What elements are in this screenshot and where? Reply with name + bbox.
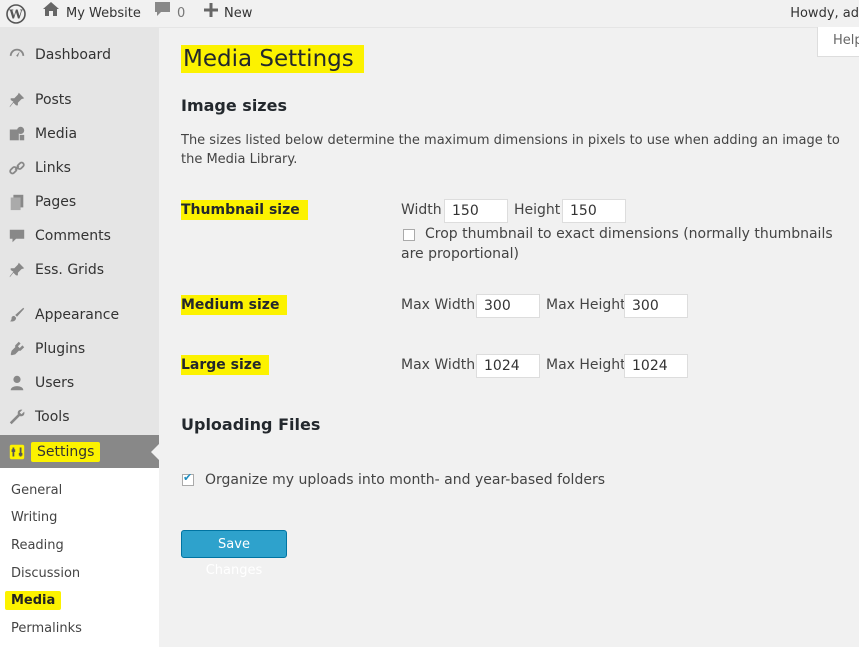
sidebar-item-pages[interactable]: Pages — [0, 185, 159, 219]
sidebar-item-label: Tools — [35, 409, 70, 425]
large-max-width-input[interactable] — [476, 354, 540, 378]
comments-link[interactable]: 0 — [154, 0, 185, 27]
comment-bubble-icon — [154, 1, 171, 26]
submenu-discussion[interactable]: Discussion — [11, 566, 80, 581]
sidebar-item-settings[interactable]: Settings — [0, 435, 159, 469]
submenu-media-label: Media — [5, 591, 62, 610]
sidebar-item-appearance[interactable]: Appearance — [0, 298, 159, 332]
plus-icon — [204, 1, 218, 26]
large-max-height-input[interactable] — [624, 354, 688, 378]
page-title: Media Settings — [181, 45, 364, 73]
sidebar-item-tools[interactable]: Tools — [0, 400, 159, 434]
medium-max-width-label: Max Width — [401, 297, 476, 313]
comment-icon — [7, 226, 27, 246]
sidebar-item-label: Media — [35, 126, 78, 142]
medium-max-width-input[interactable] — [476, 294, 540, 318]
sidebar-item-plugins[interactable]: Plugins — [0, 332, 159, 366]
media-icon — [7, 124, 27, 144]
page-title-text: Media Settings — [181, 45, 364, 73]
submenu-reading[interactable]: Reading — [11, 538, 64, 553]
sidebar-item-links[interactable]: Links — [0, 151, 159, 185]
organize-uploads-checkbox[interactable] — [182, 471, 194, 486]
new-content-link[interactable]: New — [204, 0, 252, 27]
plug-icon — [7, 339, 27, 359]
thumbnail-width-input[interactable] — [444, 199, 508, 223]
howdy-label: Howdy, ad — [790, 6, 859, 21]
organize-uploads-label: Organize my uploads into month- and year… — [205, 472, 605, 488]
thumbnail-height-input[interactable] — [562, 199, 626, 223]
sidebar-item-ess-grids[interactable]: Ess. Grids — [0, 253, 159, 287]
large-max-width-label: Max Width — [401, 357, 476, 373]
wordpress-logo-icon[interactable]: W — [6, 0, 28, 27]
site-name-link[interactable]: My Website — [42, 0, 141, 27]
sidebar-item-label: Plugins — [35, 341, 86, 357]
large-size-label: Large size — [181, 355, 270, 375]
new-label: New — [224, 6, 253, 21]
admin-sidebar: Dashboard Posts Media Links Pages Commen… — [0, 27, 159, 647]
thumbnail-width-label: Width — [401, 202, 442, 218]
sidebar-item-label: Comments — [35, 228, 111, 244]
medium-max-height-input[interactable] — [624, 294, 688, 318]
sidebar-item-label: Links — [35, 160, 71, 176]
comments-count: 0 — [177, 6, 186, 21]
sidebar-item-label: Ess. Grids — [35, 262, 105, 278]
pages-icon — [7, 192, 27, 212]
brush-icon — [7, 305, 27, 325]
site-name-label: My Website — [66, 6, 141, 21]
account-menu[interactable]: Howdy, ad — [790, 0, 859, 27]
pin-icon — [7, 90, 27, 110]
submenu-media[interactable]: Media — [5, 591, 62, 610]
uploading-files-heading: Uploading Files — [181, 415, 321, 434]
dashboard-icon — [7, 45, 27, 65]
crop-thumbnail-label: Crop thumbnail to exact dimensions (norm… — [401, 226, 833, 262]
thumbnail-size-text: Thumbnail size — [181, 200, 308, 220]
submenu-general[interactable]: General — [11, 483, 62, 498]
thumbnail-size-label: Thumbnail size — [181, 200, 308, 220]
submenu-permalinks[interactable]: Permalinks — [11, 621, 82, 636]
sidebar-item-media[interactable]: Media — [0, 117, 159, 151]
settings-icon — [7, 442, 27, 462]
image-sizes-heading: Image sizes — [181, 96, 287, 115]
sidebar-item-label: Appearance — [35, 307, 120, 323]
save-changes-button[interactable]: Save Changes — [181, 530, 287, 578]
large-max-height-label: Max Height — [546, 357, 626, 373]
sidebar-item-dashboard[interactable]: Dashboard — [0, 38, 159, 72]
home-icon — [42, 1, 60, 26]
medium-size-label: Medium size — [181, 295, 288, 315]
link-icon — [7, 158, 27, 178]
svg-text:W: W — [8, 7, 23, 21]
submenu-writing[interactable]: Writing — [11, 510, 57, 525]
sidebar-item-label: Pages — [35, 194, 77, 210]
user-icon — [7, 373, 27, 393]
large-size-text: Large size — [181, 355, 270, 375]
sidebar-item-posts[interactable]: Posts — [0, 83, 159, 117]
pin-icon — [7, 260, 27, 280]
medium-max-height-label: Max Height — [546, 297, 626, 313]
sidebar-item-label: Settings — [31, 442, 101, 462]
settings-submenu: General Writing Reading Discussion Media… — [0, 468, 159, 647]
thumbnail-height-label: Height — [514, 202, 561, 218]
image-sizes-description: The sizes listed below determine the max… — [181, 133, 840, 167]
sidebar-item-label: Dashboard — [35, 47, 111, 63]
sidebar-item-label: Posts — [35, 92, 72, 108]
admin-bar: W My Website 0 New Howdy, ad — [0, 0, 859, 28]
sidebar-item-comments[interactable]: Comments — [0, 219, 159, 253]
sidebar-item-label: Users — [35, 375, 75, 391]
sidebar-item-users[interactable]: Users — [0, 366, 159, 400]
wrench-icon — [7, 407, 27, 427]
help-tab[interactable]: Help — [817, 27, 859, 57]
medium-size-text: Medium size — [181, 295, 288, 315]
